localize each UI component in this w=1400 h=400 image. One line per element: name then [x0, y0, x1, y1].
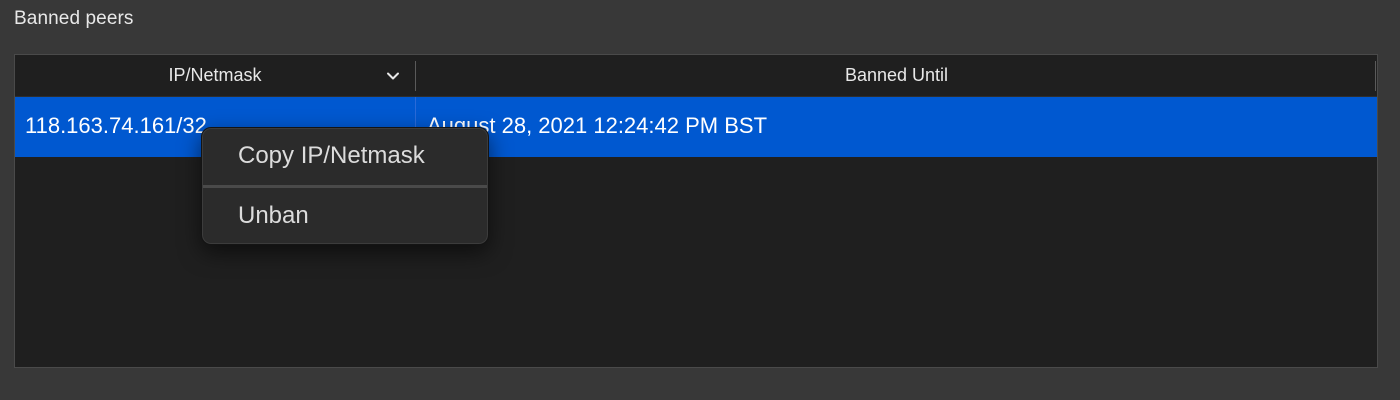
section-title: Banned peers	[14, 8, 134, 29]
menu-separator	[203, 185, 487, 188]
table-header: IP/Netmask Banned Until	[15, 55, 1377, 97]
menu-item-unban[interactable]: Unban	[202, 193, 488, 239]
cell-ip-netmask: 118.163.74.161/32	[25, 113, 207, 138]
column-header-ip-netmask[interactable]: IP/Netmask	[15, 55, 415, 96]
banned-peers-panel: Banned peers IP/Netmask Banned Until 118…	[0, 0, 1400, 400]
menu-item-copy-ip-netmask[interactable]: Copy IP/Netmask	[202, 133, 488, 179]
column-divider[interactable]	[1375, 61, 1376, 91]
context-menu: Copy IP/Netmask Unban	[201, 127, 489, 245]
chevron-down-icon[interactable]	[385, 68, 401, 84]
column-header-banned-until[interactable]: Banned Until	[416, 55, 1377, 96]
